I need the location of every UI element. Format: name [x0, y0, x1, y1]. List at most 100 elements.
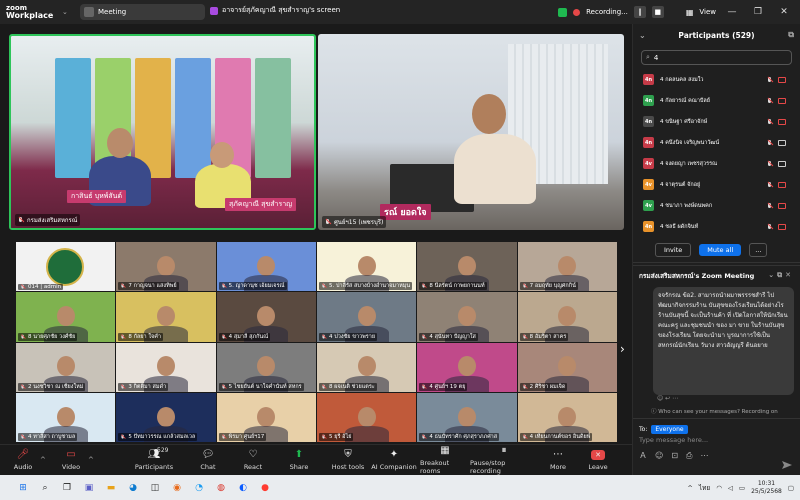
gallery-tile[interactable]: 7 กาญจนา แสงทิพย์ [116, 242, 216, 292]
send-icon[interactable] [782, 461, 792, 469]
task-view-icon[interactable]: ❐ [58, 479, 76, 497]
minimize-icon[interactable]: — [722, 7, 742, 17]
view-icon[interactable]: ▦ [686, 8, 694, 17]
security-shield-icon[interactable] [558, 7, 568, 17]
chrome-icon[interactable]: ◍ [212, 479, 230, 497]
participant-row[interactable]: 4v 4 ชนาภา พงษ์ดนพคก [633, 195, 800, 216]
participant-search-input[interactable]: ⌕ 4 [641, 50, 792, 65]
mic-muted-icon[interactable] [767, 139, 773, 146]
participant-row[interactable]: 4n 4 กดลนคล สงมใว [633, 69, 800, 90]
gallery-tile[interactable]: 8 อัมริตา สาคร [517, 292, 617, 342]
meeting-tab[interactable]: Meeting [80, 4, 205, 20]
gallery-tile[interactable]: 5 ยุรี อ้ไย่ [317, 392, 417, 442]
chat-message-input[interactable]: Type message here... [633, 436, 800, 450]
recipient-selector[interactable]: Everyone [651, 425, 688, 434]
gallery-tile[interactable]: 5. ญาดานุช เอ้ยมเจรณ์ [216, 242, 316, 292]
participants-button[interactable]: 👥︎ 529 Participants [128, 447, 180, 471]
mic-muted-icon[interactable] [767, 76, 773, 83]
gallery-tile[interactable]: 5. ปาลีรัส สบางบ้างอำนาจมาหมุน [317, 242, 417, 292]
gallery-tile[interactable]: 4 เทียนกานต์ขอร อินดิยพ์ [517, 392, 617, 442]
format-icon[interactable]: Ａ [639, 450, 647, 461]
next-page-arrow-icon[interactable]: › [620, 342, 625, 356]
chat-button[interactable]: 💬︎ Chat [180, 449, 236, 471]
store-icon[interactable]: ◫ [146, 479, 164, 497]
gallery-tile[interactable]: 8 ผจเนติ ช่วยแตระ [317, 342, 417, 392]
who-can-see-notice[interactable]: ⓘ Who can see your messages? Recording o… [633, 407, 800, 419]
video-button[interactable]: ▭ Video [54, 449, 88, 471]
more-dots-icon[interactable]: ⋯ [700, 451, 708, 460]
clock[interactable]: 10:31 25/5/2568 [751, 480, 782, 496]
camera-off-icon[interactable] [778, 223, 786, 230]
chevron-up-icon[interactable]: ^ [687, 484, 692, 492]
leave-button[interactable]: ✕ Leave [578, 449, 618, 471]
close-icon[interactable]: ✕ [774, 7, 794, 17]
camera-off-icon[interactable] [778, 118, 786, 125]
share-button[interactable]: ⬆ Share [270, 449, 328, 471]
gallery-tile[interactable]: 014 | admin [16, 242, 116, 292]
mic-muted-icon[interactable] [767, 202, 773, 209]
gallery-tile[interactable]: 8 กัลยา ใจคำ [116, 292, 216, 342]
participant-row[interactable]: 4n 4 คนึงนิจ เจริญพนาวัฒน์ [633, 132, 800, 153]
spotlight-video-1[interactable]: กาสินธ์ บุหพ์สันต์ สุภัคญาณี สุขสำราญ กร… [9, 34, 316, 230]
gallery-tile[interactable]: 4 ศูนย์ฯ 19 ตยุ [417, 342, 517, 392]
participant-row[interactable]: 4v 4 จาตุรนต์ จักอยู่ [633, 174, 800, 195]
mic-muted-icon[interactable] [767, 118, 773, 125]
host-tools-button[interactable]: ⛨ Host tools [328, 449, 368, 471]
attach-file-icon[interactable]: ⎙ [686, 451, 692, 461]
react-button[interactable]: ♡ React [236, 449, 270, 471]
invite-button[interactable]: Invite [655, 242, 692, 257]
gallery-tile[interactable]: 7 อมฤทัย บุญศกกิน์ [517, 242, 617, 292]
spotlight-video-2[interactable]: รณ์ ยอดใจ ศูนย์ฯ15 (เพชรบุรี) [318, 34, 624, 230]
participant-row[interactable]: 4n 4 ขนิษฐา ศรีอาจักษ์ [633, 111, 800, 132]
more-button[interactable]: ⋯ More [538, 449, 578, 471]
screenshot-icon[interactable]: ⊡ [671, 451, 678, 460]
stop-recording-icon[interactable]: ■ [651, 6, 664, 18]
popout-icon[interactable]: ⧉ [788, 30, 794, 40]
app-icon[interactable]: ● [256, 479, 274, 497]
participant-row[interactable]: 4n 4 กัลยารณ์ คณาปัลย์ [633, 90, 800, 111]
telegram-icon[interactable]: ◔ [190, 479, 208, 497]
chevron-down-icon[interactable]: ⌄ [62, 8, 72, 16]
firefox-icon[interactable]: ◉ [168, 479, 186, 497]
camera-off-icon[interactable] [778, 76, 786, 83]
notification-icon[interactable]: ▢ [788, 484, 794, 492]
participant-row[interactable]: 4v 4 จงดยญา เพชรสุวรรณ [633, 153, 800, 174]
emoji-icon[interactable]: ☺ [655, 451, 663, 460]
file-explorer-icon[interactable]: ▬ [102, 479, 120, 497]
language-indicator[interactable]: ไทย [699, 483, 710, 493]
camera-off-icon[interactable] [778, 181, 786, 188]
mute-all-button[interactable]: Mute all [699, 243, 742, 256]
more-options-button[interactable]: ... [749, 242, 768, 257]
message-reaction-icons[interactable]: ☺ ↩ ⋯ [657, 395, 800, 407]
gallery-tile[interactable]: 5 ปัทมาวรรณ แกล้วสมลเวล [116, 392, 216, 442]
wifi-icon[interactable]: ◠ [716, 484, 722, 492]
windows-start-icon[interactable]: ⊞ [14, 479, 32, 497]
screen-share-tab[interactable]: อาจารย์สุภัคญาณี สุขสำราญ's screen [210, 5, 340, 16]
gallery-tile[interactable]: 8 นีลรัตน์ กาพยกานนท์ [417, 242, 517, 292]
chat-window-controls[interactable]: ⌄⧉✕ [768, 271, 794, 280]
restore-icon[interactable]: ❐ [748, 7, 768, 17]
zoom-icon[interactable]: ◐ [234, 479, 252, 497]
gallery-tile[interactable]: 5 ไชยยันต์ นาใจคำนันท์ สหกร [216, 342, 316, 392]
gallery-tile[interactable]: 4 ธนบัทราศัก ศุภสุราภภศาส [417, 392, 517, 442]
camera-off-icon[interactable] [778, 97, 786, 104]
mic-muted-icon[interactable] [767, 160, 773, 167]
camera-off-icon[interactable] [778, 202, 786, 209]
mic-muted-icon[interactable] [767, 181, 773, 188]
gallery-tile[interactable]: 8 นายศุภชัย วงศ์ชัย [16, 292, 116, 342]
audio-options-chevron-icon[interactable]: ^ [40, 456, 54, 464]
edge-browser-icon[interactable]: ◕ [124, 479, 142, 497]
gallery-tile[interactable]: 4 ปวงชัย ขาวพราย [317, 292, 417, 342]
participant-row[interactable]: 4n 4 ชลธี ผดักจินท์ [633, 216, 800, 237]
teams-icon[interactable]: ▣ [80, 479, 98, 497]
battery-icon[interactable]: ▭ [739, 484, 745, 492]
gallery-tile[interactable]: 2 ศิริชา ผมเจิด [517, 342, 617, 392]
view-button[interactable]: View [699, 8, 716, 16]
camera-on-icon[interactable] [778, 139, 786, 146]
ai-companion-button[interactable]: ✦ AI Companion [368, 449, 420, 471]
breakout-rooms-button[interactable]: ▦ Breakout rooms [420, 445, 470, 475]
audio-button[interactable]: 🎤︎ Audio [6, 449, 40, 471]
camera-on-icon[interactable] [778, 160, 786, 167]
pause-stop-recording-button[interactable]: ⏸︎ Pause/stop recording [470, 445, 538, 475]
pause-recording-icon[interactable]: ‖ [633, 6, 646, 18]
